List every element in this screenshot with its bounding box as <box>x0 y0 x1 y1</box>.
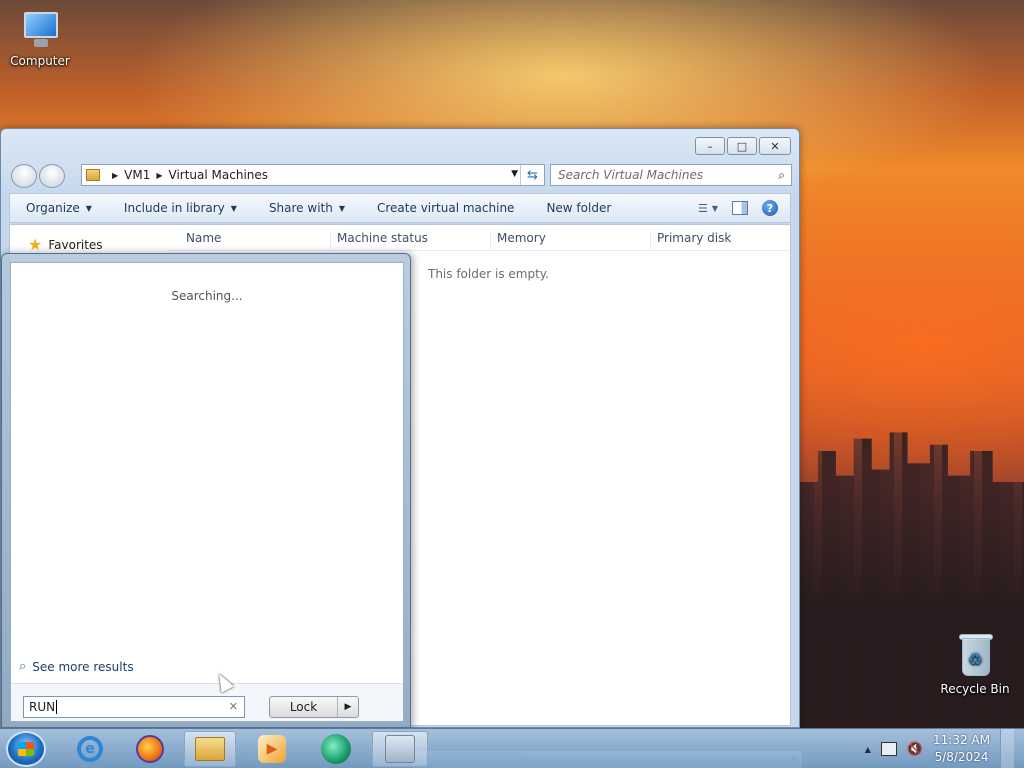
windows-explorer-icon <box>195 737 225 761</box>
search-placeholder: Search Virtual Machines <box>558 168 704 182</box>
include-in-library-menu[interactable]: Include in library ▼ <box>108 201 253 215</box>
chevron-down-icon: ▼ <box>711 203 718 213</box>
show-desktop-button[interactable] <box>1000 729 1014 768</box>
desktop-icon-label: Recycle Bin <box>940 682 1010 696</box>
chevron-down-icon[interactable]: ▼ <box>511 169 518 179</box>
command-bar: Organize ▼ Include in library ▼ Share wi… <box>9 193 791 223</box>
chevron-down-icon: ▼ <box>85 203 92 213</box>
organize-menu[interactable]: Organize ▼ <box>10 201 108 215</box>
star-icon: ★ <box>28 235 43 254</box>
column-header-name[interactable]: Name <box>168 231 330 251</box>
breadcrumb-vm1[interactable]: VM1 <box>124 168 150 182</box>
column-header-memory[interactable]: Memory <box>490 231 650 251</box>
desktop-icon-computer[interactable]: Computer <box>2 10 78 68</box>
taskbar-internet-explorer[interactable]: e <box>64 731 116 767</box>
favorites-label: Favorites <box>48 237 103 252</box>
windows-logo-icon <box>18 742 34 756</box>
recycle-bin-icon: ♻ <box>958 632 993 678</box>
chevron-down-icon: ▼ <box>338 203 345 213</box>
green-app-icon <box>321 734 351 764</box>
clock-date: 5/8/2024 <box>934 750 989 764</box>
folder-icon <box>86 169 100 181</box>
volume-muted-icon[interactable]: 🔇 <box>907 742 923 757</box>
see-more-results-link[interactable]: ⌕ See more results <box>19 659 134 674</box>
preview-pane-icon[interactable] <box>732 201 748 215</box>
searching-status: Searching... <box>171 289 243 303</box>
view-list-icon: ☰ <box>697 201 708 215</box>
internet-explorer-icon: e <box>77 736 103 762</box>
favorites-item[interactable]: ★ Favorites <box>28 235 103 254</box>
media-player-icon: ▶ <box>258 735 286 763</box>
change-view-button[interactable]: ☰ ▼ <box>698 202 718 215</box>
close-button[interactable]: ✕ <box>759 137 791 155</box>
taskbar-green-app[interactable] <box>310 731 362 767</box>
see-more-label: See more results <box>32 659 134 674</box>
minimize-button[interactable]: – <box>695 137 725 155</box>
back-button[interactable] <box>11 164 37 188</box>
column-header-machine-status[interactable]: Machine status <box>330 231 490 251</box>
chevron-down-icon: ▼ <box>230 203 237 213</box>
share-with-menu[interactable]: Share with ▼ <box>253 201 361 215</box>
breadcrumb-virtual-machines[interactable]: Virtual Machines <box>169 168 269 182</box>
taskbar-network-app[interactable] <box>372 731 428 767</box>
empty-folder-message: This folder is empty. <box>428 267 549 281</box>
system-tray: ▲ 🔇 11:32 AM 5/8/2024 <box>865 729 1024 768</box>
create-vm-label: Create virtual machine <box>377 201 515 215</box>
start-menu-footer: RUN ✕ Lock ▶ <box>11 683 403 721</box>
include-in-library-label: Include in library <box>123 201 225 215</box>
network-app-icon <box>385 735 415 763</box>
new-folder-button[interactable]: New folder <box>530 201 627 215</box>
maximize-button[interactable]: □ <box>727 137 757 155</box>
search-icon[interactable]: ⌕ <box>778 168 785 183</box>
chevron-right-icon: ▶ <box>156 170 163 180</box>
clear-icon[interactable]: ✕ <box>229 700 238 713</box>
show-hidden-icons-icon[interactable]: ▲ <box>865 745 871 754</box>
window-controls: – □ ✕ <box>695 137 791 155</box>
firefox-icon <box>136 735 164 763</box>
start-menu: Searching... ⌕ See more results RUN ✕ Lo… <box>1 253 411 728</box>
desktop-icon-label: Computer <box>10 54 70 68</box>
taskbar-media-player[interactable]: ▶ <box>246 731 298 767</box>
lock-label: Lock <box>270 697 338 717</box>
computer-icon <box>18 10 62 50</box>
search-icon: ⌕ <box>19 659 27 674</box>
start-button[interactable] <box>6 731 46 767</box>
clock-time: 11:32 AM <box>933 733 990 747</box>
new-folder-label: New folder <box>546 201 612 215</box>
start-search-input[interactable]: RUN ✕ <box>23 696 245 718</box>
clock[interactable]: 11:32 AM 5/8/2024 <box>933 732 990 766</box>
taskbar: e ▶ ▲ 🔇 11:32 AM 5/8/2024 <box>0 728 1024 768</box>
forward-button[interactable] <box>39 164 65 188</box>
chevron-right-icon: ▶ <box>112 170 119 180</box>
column-headers: Name Machine status Memory Primary disk <box>168 225 790 251</box>
start-menu-results: Searching... ⌕ See more results RUN ✕ Lo… <box>10 262 404 721</box>
taskbar-windows-explorer[interactable] <box>184 731 236 767</box>
refresh-icon[interactable]: ⇆ <box>520 165 544 185</box>
help-icon[interactable]: ? <box>762 200 778 216</box>
create-virtual-machine-button[interactable]: Create virtual machine <box>361 201 530 215</box>
network-status-icon[interactable] <box>880 742 897 756</box>
power-options-arrow-icon[interactable]: ▶ <box>338 697 358 717</box>
share-with-label: Share with <box>268 201 333 215</box>
address-bar[interactable]: ▶ VM1 ▶ Virtual Machines ▼ ⇆ <box>81 164 545 186</box>
start-search-value: RUN <box>29 700 56 714</box>
column-header-primary-disk[interactable]: Primary disk <box>650 231 790 251</box>
taskbar-firefox[interactable] <box>124 731 176 767</box>
lock-button[interactable]: Lock ▶ <box>269 696 359 718</box>
search-input[interactable]: Search Virtual Machines ⌕ <box>550 164 792 186</box>
desktop-icon-recycle-bin[interactable]: ♻ Recycle Bin <box>937 632 1013 696</box>
organize-label: Organize <box>26 201 80 215</box>
navigation-bar: ▶ VM1 ▶ Virtual Machines ▼ ⇆ Search Virt… <box>9 163 792 189</box>
